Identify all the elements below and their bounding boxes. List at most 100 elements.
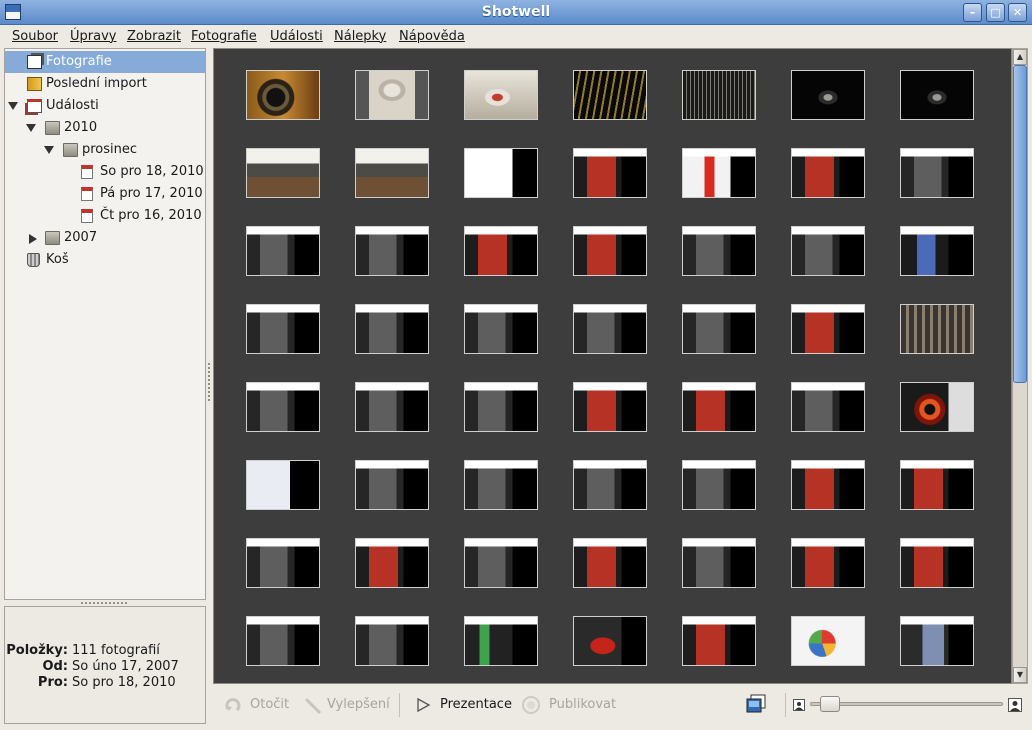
photo-thumbnail[interactable] xyxy=(246,538,320,588)
photo-thumbnail[interactable] xyxy=(791,460,865,510)
info-from: Od: So úno 17, 2007 xyxy=(5,659,205,675)
photo-thumbnail[interactable] xyxy=(464,616,538,666)
sidebar-item-month-prosinec[interactable]: prosinec xyxy=(5,139,205,161)
sidebar-item-event-dec16[interactable]: Čt pro 16, 2010 xyxy=(5,205,205,227)
photo-thumbnail[interactable] xyxy=(682,538,756,588)
photo-thumbnail[interactable] xyxy=(900,538,974,588)
folder-icon xyxy=(45,121,60,135)
photo-thumbnail[interactable] xyxy=(355,226,429,276)
photo-thumbnail[interactable] xyxy=(246,304,320,354)
photo-thumbnail[interactable] xyxy=(900,70,974,120)
calendar-icon xyxy=(81,165,93,179)
photo-thumbnail[interactable] xyxy=(573,304,647,354)
sidebar-item-label: Poslední import xyxy=(46,76,147,91)
photo-thumbnail[interactable] xyxy=(246,148,320,198)
photo-thumbnail[interactable] xyxy=(355,538,429,588)
photo-thumbnail[interactable] xyxy=(246,460,320,510)
photo-thumbnail[interactable] xyxy=(573,538,647,588)
photo-thumbnail[interactable] xyxy=(355,70,429,120)
photo-thumbnail[interactable] xyxy=(246,70,320,120)
info-to-value: So pro 18, 2010 xyxy=(72,675,176,690)
photo-thumbnail[interactable] xyxy=(355,148,429,198)
photo-thumbnail[interactable] xyxy=(900,616,974,666)
photo-thumbnail[interactable] xyxy=(900,460,974,510)
photo-thumbnail[interactable] xyxy=(355,616,429,666)
menu-napoveda[interactable]: Nápověda xyxy=(399,29,465,44)
menu-nalepky[interactable]: Nálepky xyxy=(334,29,386,44)
photo-thumbnail[interactable] xyxy=(682,226,756,276)
photo-thumbnail[interactable] xyxy=(573,70,647,120)
photo-thumbnail[interactable] xyxy=(464,382,538,432)
enhance-label: Vylepšení xyxy=(327,697,390,712)
info-items-value: 111 fotografií xyxy=(72,643,160,658)
maximize-button[interactable]: □ xyxy=(986,3,1005,22)
photo-thumbnail[interactable] xyxy=(900,304,974,354)
menu-fotografie[interactable]: Fotografie xyxy=(191,29,257,44)
sidebar-item-event-dec18[interactable]: So pro 18, 2010 xyxy=(5,161,205,183)
sidebar-item-photos[interactable]: Fotografie xyxy=(5,51,205,73)
photo-thumbnail[interactable] xyxy=(355,304,429,354)
vertical-scrollbar[interactable]: ▲ ▼ xyxy=(1012,48,1028,684)
photo-thumbnail[interactable] xyxy=(246,226,320,276)
photo-thumbnail[interactable] xyxy=(791,226,865,276)
photo-thumbnail[interactable] xyxy=(355,460,429,510)
photo-thumbnail[interactable] xyxy=(791,382,865,432)
menu-udalosti[interactable]: Události xyxy=(270,29,323,44)
photo-thumbnail[interactable] xyxy=(791,70,865,120)
photo-thumbnail[interactable] xyxy=(246,616,320,666)
photo-thumbnail[interactable] xyxy=(791,148,865,198)
expander-down-icon[interactable] xyxy=(8,102,18,110)
photo-thumbnail[interactable] xyxy=(573,460,647,510)
photo-thumbnail[interactable] xyxy=(791,304,865,354)
expander-down-icon[interactable] xyxy=(26,124,36,132)
photo-thumbnail[interactable] xyxy=(682,460,756,510)
photo-thumbnail[interactable] xyxy=(682,616,756,666)
photo-thumbnail[interactable] xyxy=(464,304,538,354)
menu-soubor[interactable]: Soubor xyxy=(12,29,58,44)
scroll-up-icon[interactable]: ▲ xyxy=(1013,49,1027,65)
photo-thumbnail[interactable] xyxy=(464,148,538,198)
photo-thumbnail[interactable] xyxy=(900,148,974,198)
sidebar-item-year-2007[interactable]: 2007 xyxy=(5,227,205,249)
photos-icon xyxy=(27,55,42,69)
info-to: Pro: So pro 18, 2010 xyxy=(5,675,205,691)
photo-thumbnail[interactable] xyxy=(791,538,865,588)
expander-right-icon[interactable] xyxy=(29,234,37,244)
photo-thumbnail[interactable] xyxy=(573,226,647,276)
photo-thumbnail[interactable] xyxy=(682,304,756,354)
sidebar-item-events[interactable]: Události xyxy=(5,95,205,117)
sidebar-resize-handle[interactable] xyxy=(207,362,211,402)
photo-thumbnail[interactable] xyxy=(355,382,429,432)
sidebar-item-trash[interactable]: Koš xyxy=(5,249,205,271)
photo-thumbnail[interactable] xyxy=(682,382,756,432)
photo-thumbnail[interactable] xyxy=(900,226,974,276)
photo-thumbnail[interactable] xyxy=(573,616,647,666)
photo-thumbnail[interactable] xyxy=(464,538,538,588)
expander-down-icon[interactable] xyxy=(44,146,54,154)
photo-thumbnail[interactable] xyxy=(573,148,647,198)
zoom-slider-knob[interactable] xyxy=(820,696,840,712)
photo-thumbnail[interactable] xyxy=(464,226,538,276)
photo-thumbnail[interactable] xyxy=(682,70,756,120)
zoom-slider[interactable] xyxy=(810,696,1003,712)
photo-thumbnail[interactable] xyxy=(246,382,320,432)
sidebar-item-year-2010[interactable]: 2010 xyxy=(5,117,205,139)
photo-thumbnail[interactable] xyxy=(682,148,756,198)
photo-thumbnail[interactable] xyxy=(464,70,538,120)
photo-thumbnail[interactable] xyxy=(464,460,538,510)
photo-thumbnail[interactable] xyxy=(900,382,974,432)
menu-zobrazit[interactable]: Zobrazit xyxy=(127,29,181,44)
sidebar-item-label: So pro 18, 2010 xyxy=(100,164,204,179)
photo-thumbnail[interactable] xyxy=(573,382,647,432)
pane-resize-handle[interactable] xyxy=(80,601,128,605)
minimize-button[interactable]: – xyxy=(963,3,982,22)
photo-display-button[interactable] xyxy=(745,694,767,716)
sidebar-item-last-import[interactable]: Poslední import xyxy=(5,73,205,95)
scrollbar-thumb[interactable] xyxy=(1013,65,1027,383)
menu-upravy[interactable]: Úpravy xyxy=(70,29,116,44)
person-small-icon xyxy=(793,699,805,711)
close-button[interactable]: ✕ xyxy=(1008,3,1027,22)
scroll-down-icon[interactable]: ▼ xyxy=(1013,667,1027,683)
sidebar-item-event-dec17[interactable]: Pá pro 17, 2010 xyxy=(5,183,205,205)
photo-thumbnail[interactable] xyxy=(791,616,865,666)
